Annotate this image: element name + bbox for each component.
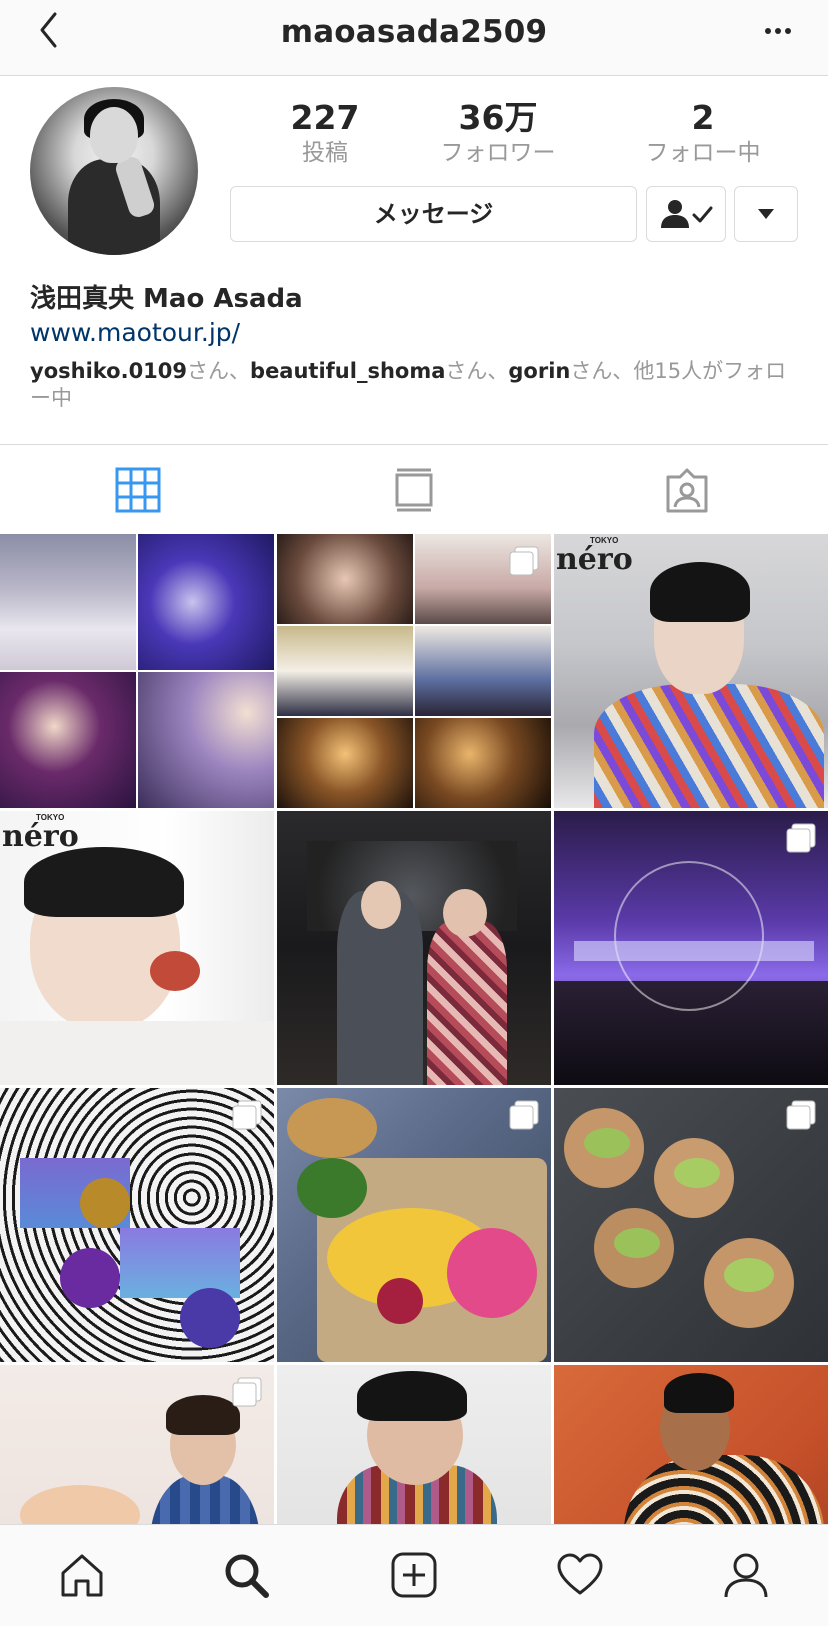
grid-post-1[interactable] xyxy=(0,534,274,808)
followers-count-label: フォロワー xyxy=(440,140,556,166)
carousel-icon xyxy=(232,1377,262,1407)
feed-icon xyxy=(395,468,433,512)
nav-profile[interactable] xyxy=(722,1551,770,1599)
suggested-users-dropdown-button[interactable] xyxy=(734,186,798,242)
carousel-icon xyxy=(509,546,539,576)
activity-heart-icon xyxy=(557,1553,603,1595)
grid-post-3[interactable]: néro TOKYO xyxy=(554,534,828,808)
magazine-logo-text: néro xyxy=(2,819,79,854)
top-bar: maoasada2509 xyxy=(0,0,828,76)
profile-full-name: 浅田真央 Mao Asada xyxy=(30,284,303,314)
more-options-button[interactable] xyxy=(758,16,798,46)
grid-post-7[interactable] xyxy=(0,1088,274,1362)
bottom-navigation-bar xyxy=(0,1524,828,1626)
profile-username-title: maoasada2509 xyxy=(280,14,548,50)
grid-post-11[interactable] xyxy=(277,1365,551,1524)
followed-by-sep-2: さん、 xyxy=(445,359,509,383)
more-horizontal-icon xyxy=(765,28,791,34)
magazine-logo-city: TOKYO xyxy=(36,813,65,822)
caret-down-icon xyxy=(758,209,774,219)
grid-post-10[interactable] xyxy=(0,1365,274,1524)
message-button[interactable]: メッセージ xyxy=(230,186,637,242)
photo-grid: néro TOKYO néro TOKYO xyxy=(0,534,828,1524)
posts-count: 227 投稿 xyxy=(250,98,400,168)
nav-search[interactable] xyxy=(222,1551,270,1599)
grid-post-6[interactable] xyxy=(554,811,828,1085)
followers-count[interactable]: 36万 フォロワー xyxy=(423,98,573,168)
posts-count-number: 227 xyxy=(290,98,360,137)
grid-post-4[interactable]: néro TOKYO xyxy=(0,811,274,1085)
following-count-number: 2 xyxy=(691,98,715,137)
followers-count-number: 36万 xyxy=(458,98,538,137)
grid-post-12[interactable] xyxy=(554,1365,828,1524)
search-icon xyxy=(225,1554,269,1598)
profile-tab-bar xyxy=(0,444,828,534)
following-count[interactable]: 2 フォロー中 xyxy=(628,98,778,168)
grid-post-9[interactable] xyxy=(554,1088,828,1362)
carousel-icon xyxy=(786,823,816,853)
person-check-icon xyxy=(661,200,713,228)
following-count-label: フォロー中 xyxy=(645,140,761,166)
magazine-logo: néro TOKYO xyxy=(556,536,633,577)
carousel-icon xyxy=(509,1100,539,1130)
grid-post-8[interactable] xyxy=(277,1088,551,1362)
magazine-logo-city: TOKYO xyxy=(590,536,619,545)
home-icon xyxy=(61,1554,103,1597)
following-status-button[interactable] xyxy=(646,186,726,242)
profile-website-link[interactable]: www.maotour.jp/ xyxy=(30,318,240,347)
profile-icon xyxy=(724,1553,768,1598)
grid-icon xyxy=(115,467,161,513)
carousel-icon xyxy=(232,1100,262,1130)
add-post-icon xyxy=(391,1552,437,1598)
followed-by-sep-1: さん、 xyxy=(187,359,251,383)
followed-by-user-1[interactable]: yoshiko.0109 xyxy=(30,359,187,383)
tab-feed[interactable] xyxy=(391,467,437,513)
posts-count-label: 投稿 xyxy=(302,140,348,166)
tab-grid[interactable] xyxy=(115,467,161,513)
followed-by-user-3[interactable]: gorin xyxy=(508,359,570,383)
tagged-icon xyxy=(666,468,708,513)
magazine-logo: néro TOKYO xyxy=(2,813,79,854)
profile-avatar[interactable] xyxy=(30,87,198,255)
grid-post-2[interactable] xyxy=(277,534,551,808)
tab-tagged[interactable] xyxy=(664,467,710,513)
followed-by-user-2[interactable]: beautiful_shoma xyxy=(250,359,445,383)
nav-activity[interactable] xyxy=(556,1551,604,1599)
nav-home[interactable] xyxy=(58,1551,106,1599)
carousel-icon xyxy=(786,1100,816,1130)
followed-by-text[interactable]: yoshiko.0109さん、beautiful_shomaさん、gorinさん… xyxy=(30,358,800,412)
nav-add-post[interactable] xyxy=(390,1551,438,1599)
grid-post-5[interactable] xyxy=(277,811,551,1085)
magazine-logo-text: néro xyxy=(556,542,633,577)
